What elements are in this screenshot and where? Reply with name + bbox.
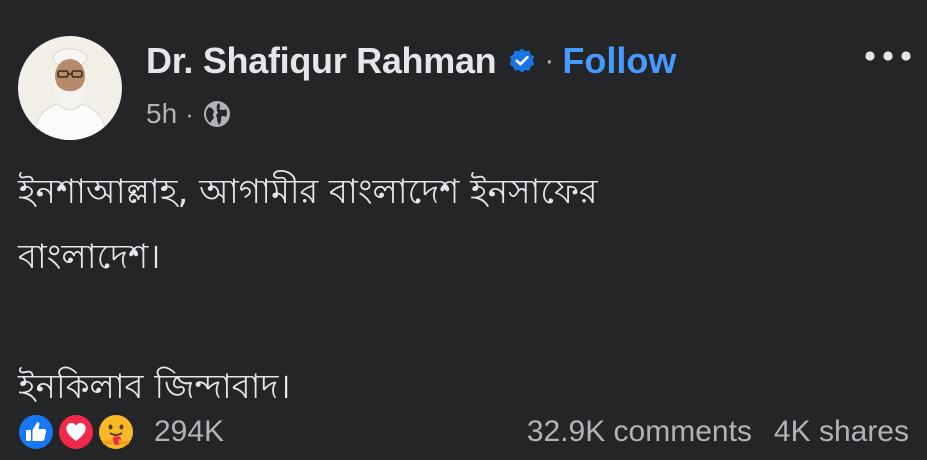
post-text-line [18, 290, 898, 355]
love-icon [57, 413, 95, 451]
author-line: Dr. Shafiqur Rahman · Follow [146, 38, 676, 84]
more-options-icon[interactable] [860, 44, 916, 68]
author-avatar[interactable] [18, 36, 122, 140]
reaction-count: 294K [154, 415, 225, 448]
follow-button[interactable]: Follow [562, 40, 676, 82]
post-text-line: ইনশাআল্লাহ, আগামীর বাংলাদেশ ইনসাফের [18, 172, 598, 212]
post-body: ইনশাআল্লাহ, আগামীর বাংলাদেশ ইনসাফের বাংল… [18, 160, 898, 420]
verified-badge-icon [508, 47, 536, 75]
author-name[interactable]: Dr. Shafiqur Rahman [146, 40, 497, 82]
post-text-line: বাংলাদেশ। [18, 237, 161, 277]
reaction-icons [16, 412, 150, 452]
author-separator: · [544, 44, 555, 77]
meta-separator: · [185, 98, 194, 129]
engagement-stats: 32.9K comments 4K shares [527, 412, 909, 452]
globe-icon[interactable] [202, 99, 232, 129]
facebook-post: Dr. Shafiqur Rahman · Follow 5h · ইনশাআল… [0, 0, 927, 460]
care-icon [97, 413, 135, 451]
post-text-line: ইনকিলাব জিন্দাবাদ। [18, 367, 291, 407]
post-meta: 5h · [146, 96, 232, 132]
comments-count-link[interactable]: 32.9K comments [527, 415, 752, 449]
post-timestamp[interactable]: 5h [146, 98, 177, 130]
shares-count-link[interactable]: 4K shares [774, 415, 909, 449]
reactions-summary[interactable]: 294K [16, 412, 224, 452]
like-icon [17, 413, 55, 451]
avatar-portrait [18, 36, 122, 140]
